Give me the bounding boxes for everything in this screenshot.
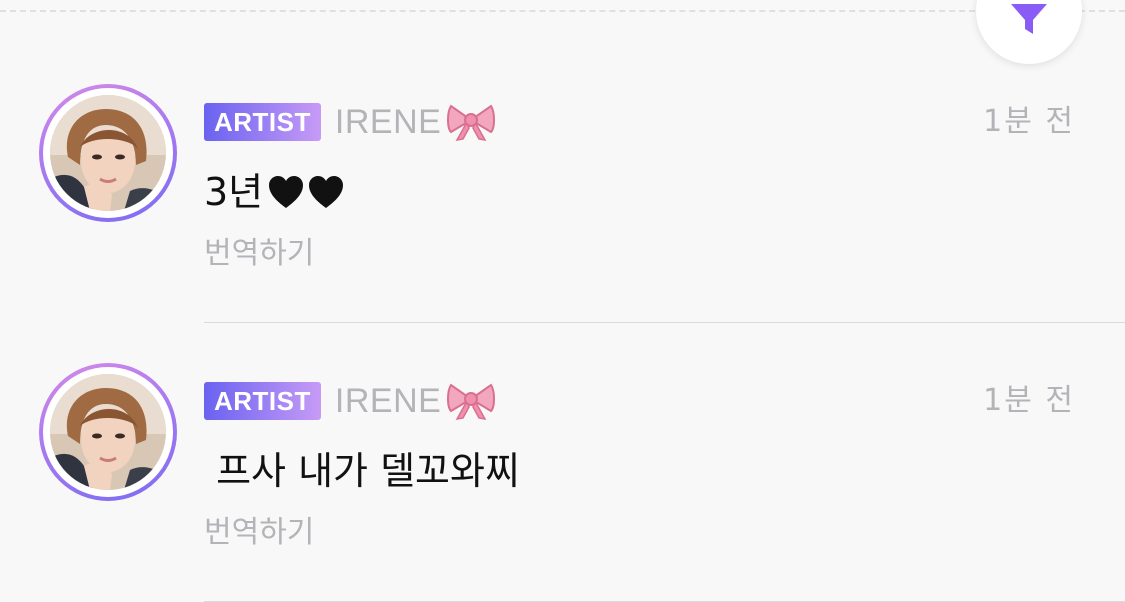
author-name[interactable]: IRENE — [335, 102, 441, 142]
author-name[interactable]: IRENE — [335, 381, 441, 421]
translate-link[interactable]: 번역하기 — [204, 513, 314, 553]
post-header: ARTIST IRENE — [204, 381, 496, 421]
post-timestamp: 1분 전 — [983, 104, 1075, 139]
avatar-photo — [50, 374, 166, 490]
post-header: ARTIST IRENE — [204, 102, 496, 142]
author-avatar[interactable] — [39, 363, 177, 501]
post-item[interactable]: ARTIST IRENE 1분 전 프사 내가 델꼬와찌 번역하기 — [0, 323, 1125, 602]
translate-link[interactable]: 번역하기 — [204, 234, 314, 274]
post-message: 3년 — [204, 168, 345, 216]
artist-badge: ARTIST — [204, 382, 321, 420]
artist-badge: ARTIST — [204, 103, 321, 141]
avatar-photo — [50, 95, 166, 211]
top-dashed-divider — [0, 10, 1125, 12]
black-heart-icon — [309, 176, 344, 208]
post-timestamp: 1분 전 — [983, 383, 1075, 418]
fan-feed-screen: ARTIST IRENE 1분 전 3년 번역하기 ARTIST IRENE 1… — [0, 0, 1125, 602]
filter-icon — [1011, 4, 1047, 34]
message-text: 프사 내가 델꼬와찌 — [204, 449, 520, 493]
message-text: 3년 — [204, 170, 264, 214]
post-message: 프사 내가 델꼬와찌 — [204, 447, 520, 495]
ribbon-icon — [447, 381, 496, 421]
post-item[interactable]: ARTIST IRENE 1분 전 3년 번역하기 — [0, 44, 1125, 323]
ribbon-icon — [447, 102, 496, 142]
black-heart-icon — [269, 176, 304, 208]
author-avatar[interactable] — [39, 84, 177, 222]
